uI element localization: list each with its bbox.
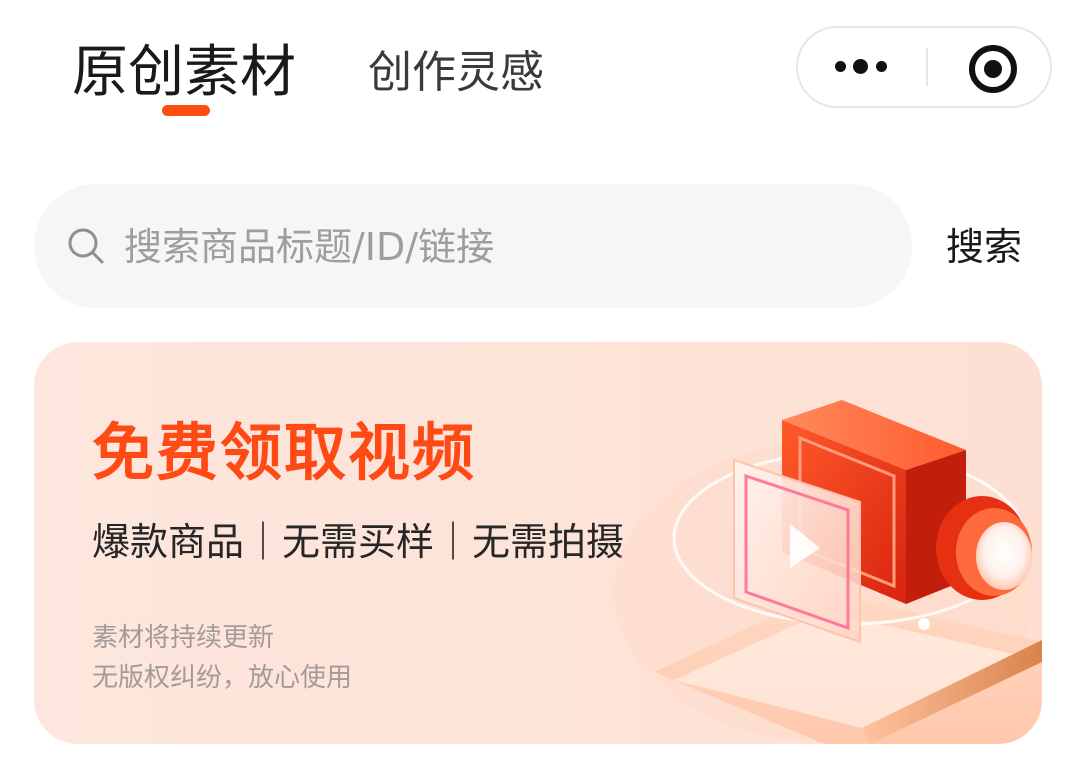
page: 原创素材 创作灵感 搜索商品标题/ID/链接 搜索 免费领取视频 爆款商品｜无需… <box>0 0 1080 772</box>
free-video-banner[interactable]: 免费领取视频 爆款商品｜无需买样｜无需拍摄 素材将持续更新 无版权纠纷，放心使用 <box>34 342 1042 744</box>
search-icon <box>68 228 104 264</box>
mini-program-capsule <box>796 26 1052 108</box>
banner-note: 素材将持续更新 <box>92 623 275 653</box>
banner-title: 免费领取视频 <box>92 416 477 489</box>
banner-note: 无版权纠纷，放心使用 <box>92 663 353 693</box>
close-button[interactable] <box>928 28 1050 106</box>
tab-creative-inspiration[interactable]: 创作灵感 <box>368 38 544 108</box>
banner-subtitle: 爆款商品｜无需买样｜无需拍摄 <box>92 520 625 564</box>
search-placeholder: 搜索商品标题/ID/链接 <box>124 225 495 269</box>
tab-original-materials[interactable]: 原创素材 <box>72 38 296 108</box>
video-camera-illustration <box>614 400 1042 744</box>
search-button[interactable]: 搜索 <box>946 220 1022 274</box>
active-tab-indicator <box>162 105 210 116</box>
more-button[interactable] <box>798 28 926 106</box>
